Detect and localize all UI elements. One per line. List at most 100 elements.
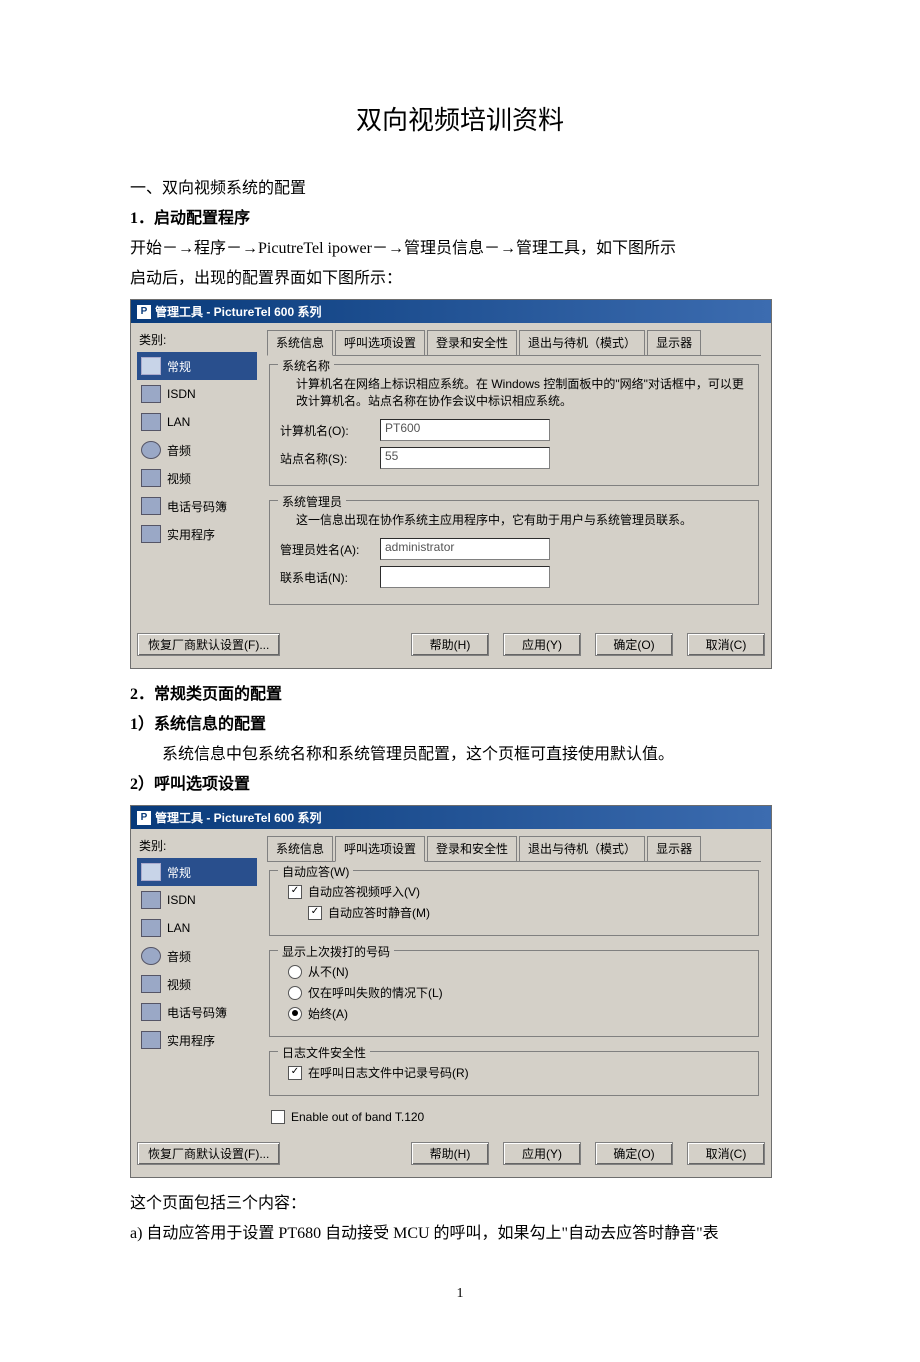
sidebar-item-video[interactable]: 视频 [137, 464, 257, 492]
sidebar-item-label: 视频 [167, 470, 191, 487]
step1-text-2: 启动后，出现的配置界面如下图所示： [130, 267, 790, 291]
step2-sub1: 1）系统信息的配置 [130, 713, 790, 737]
sidebar-item-general[interactable]: 常规 [137, 858, 257, 886]
group-legend: 系统管理员 [278, 493, 346, 510]
window-titlebar: P 管理工具 - PictureTel 600 系列 [131, 300, 771, 323]
tab-login-security[interactable]: 登录和安全性 [427, 330, 517, 355]
config-window-1: P 管理工具 - PictureTel 600 系列 类别: 常规 ISDN L… [130, 299, 772, 669]
utilities-icon [141, 1031, 161, 1049]
radio-on-fail[interactable] [288, 986, 302, 1000]
sidebar-item-isdn[interactable]: ISDN [137, 886, 257, 914]
help-button[interactable]: 帮助(H) [411, 1142, 489, 1165]
group-system-name: 系统名称 计算机名在网络上标识相应系统。在 Windows 控制面板中的"网络"… [269, 364, 759, 486]
admin-name-label: 管理员姓名(A): [280, 541, 380, 558]
tab-bar: 系统信息 呼叫选项设置 登录和安全性 退出与待机（模式） 显示器 [267, 835, 761, 862]
t120-checkbox[interactable] [271, 1110, 285, 1124]
auto-answer-label: 自动应答视频呼入(V) [308, 883, 420, 900]
site-name-label: 站点名称(S): [280, 450, 380, 467]
cancel-button[interactable]: 取消(C) [687, 1142, 765, 1165]
tab-call-options[interactable]: 呼叫选项设置 [335, 330, 425, 355]
cancel-button[interactable]: 取消(C) [687, 633, 765, 656]
tab-exit-standby[interactable]: 退出与待机（模式） [519, 836, 645, 861]
document-title: 双向视频培训资料 [130, 100, 790, 137]
sidebar-item-general[interactable]: 常规 [137, 352, 257, 380]
tab-display[interactable]: 显示器 [647, 330, 701, 355]
tab-call-options[interactable]: 呼叫选项设置 [335, 836, 425, 862]
step2-sub1-text: 系统信息中包系统名称和系统管理员配置，这个页框可直接使用默认值。 [130, 743, 790, 767]
auto-answer-checkbox[interactable]: ✓ [288, 885, 302, 899]
group-last-dial: 显示上次拨打的号码 从不(N) 仅在呼叫失败的情况下(L) 始终(A) [269, 950, 759, 1037]
computer-name-input[interactable]: PT600 [380, 419, 550, 441]
sidebar-item-lan[interactable]: LAN [137, 408, 257, 436]
t120-label: Enable out of band T.120 [291, 1110, 424, 1124]
window-title: 管理工具 - PictureTel 600 系列 [155, 809, 321, 826]
utilities-icon [141, 525, 161, 543]
sidebar-item-utilities[interactable]: 实用程序 [137, 1026, 257, 1054]
restore-defaults-button[interactable]: 恢复厂商默认设置(F)... [137, 633, 280, 656]
sidebar-item-label: 常规 [167, 864, 191, 881]
log-record-checkbox[interactable]: ✓ [288, 1066, 302, 1080]
lan-icon [141, 919, 161, 937]
log-record-label: 在呼叫日志文件中记录号码(R) [308, 1064, 469, 1081]
site-name-input[interactable]: 55 [380, 447, 550, 469]
category-sidebar: 类别: 常规 ISDN LAN 音频 [131, 323, 257, 625]
sidebar-item-phonebook[interactable]: 电话号码簿 [137, 998, 257, 1026]
isdn-icon [141, 385, 161, 403]
sidebar-item-label: 音频 [167, 948, 191, 965]
window-title: 管理工具 - PictureTel 600 系列 [155, 303, 321, 320]
group-auto-answer: 自动应答(W) ✓ 自动应答视频呼入(V) ✓ 自动应答时静音(M) [269, 870, 759, 936]
auto-mute-checkbox[interactable]: ✓ [308, 906, 322, 920]
tab-login-security[interactable]: 登录和安全性 [427, 836, 517, 861]
group-legend: 日志文件安全性 [278, 1044, 370, 1061]
lan-icon [141, 413, 161, 431]
general-icon [141, 357, 161, 375]
restore-defaults-button[interactable]: 恢复厂商默认设置(F)... [137, 1142, 280, 1165]
config-window-2: P 管理工具 - PictureTel 600 系列 类别: 常规 ISDN L… [130, 805, 772, 1178]
step2-sub2: 2）呼叫选项设置 [130, 773, 790, 797]
tab-bar: 系统信息 呼叫选项设置 登录和安全性 退出与待机（模式） 显示器 [267, 329, 761, 356]
video-icon [141, 975, 161, 993]
audio-icon [141, 441, 161, 459]
help-button[interactable]: 帮助(H) [411, 633, 489, 656]
group-legend: 自动应答(W) [278, 863, 353, 880]
radio-always[interactable] [288, 1007, 302, 1021]
admin-name-input[interactable]: administrator [380, 538, 550, 560]
sidebar-item-video[interactable]: 视频 [137, 970, 257, 998]
window-titlebar: P 管理工具 - PictureTel 600 系列 [131, 806, 771, 829]
step2-heading: 2．常规类页面的配置 [130, 683, 790, 707]
tab-exit-standby[interactable]: 退出与待机（模式） [519, 330, 645, 355]
ok-button[interactable]: 确定(O) [595, 1142, 673, 1165]
group-log-security: 日志文件安全性 ✓ 在呼叫日志文件中记录号码(R) [269, 1051, 759, 1096]
group-legend: 显示上次拨打的号码 [278, 943, 394, 960]
sidebar-item-label: 音频 [167, 442, 191, 459]
contact-phone-label: 联系电话(N): [280, 569, 380, 586]
sidebar-item-label: 常规 [167, 358, 191, 375]
phonebook-icon [141, 1003, 161, 1021]
sidebar-item-audio[interactable]: 音频 [137, 436, 257, 464]
sidebar-item-label: 电话号码簿 [167, 498, 227, 515]
tab-display[interactable]: 显示器 [647, 836, 701, 861]
sidebar-item-label: 电话号码簿 [167, 1004, 227, 1021]
sidebar-item-label: LAN [167, 921, 190, 935]
tab-system-info[interactable]: 系统信息 [267, 330, 333, 356]
group-sysadmin: 系统管理员 这一信息出现在协作系统主应用程序中，它有助于用户与系统管理员联系。 … [269, 500, 759, 605]
radio-always-label: 始终(A) [308, 1005, 348, 1022]
apply-button[interactable]: 应用(Y) [503, 1142, 581, 1165]
group-description: 这一信息出现在协作系统主应用程序中，它有助于用户与系统管理员联系。 [296, 511, 748, 528]
general-icon [141, 863, 161, 881]
video-icon [141, 469, 161, 487]
sidebar-item-lan[interactable]: LAN [137, 914, 257, 942]
tab-system-info[interactable]: 系统信息 [267, 836, 333, 861]
contact-phone-input[interactable] [380, 566, 550, 588]
apply-button[interactable]: 应用(Y) [503, 633, 581, 656]
sidebar-item-audio[interactable]: 音频 [137, 942, 257, 970]
sidebar-item-label: ISDN [167, 387, 196, 401]
ok-button[interactable]: 确定(O) [595, 633, 673, 656]
radio-never[interactable] [288, 965, 302, 979]
step1-heading: 1．启动配置程序 [130, 207, 790, 231]
page-number: 1 [130, 1286, 790, 1302]
after-win2-text-2: a) 自动应答用于设置 PT680 自动接受 MCU 的呼叫，如果勾上"自动去应… [130, 1222, 790, 1246]
sidebar-item-utilities[interactable]: 实用程序 [137, 520, 257, 548]
sidebar-item-phonebook[interactable]: 电话号码簿 [137, 492, 257, 520]
sidebar-item-isdn[interactable]: ISDN [137, 380, 257, 408]
